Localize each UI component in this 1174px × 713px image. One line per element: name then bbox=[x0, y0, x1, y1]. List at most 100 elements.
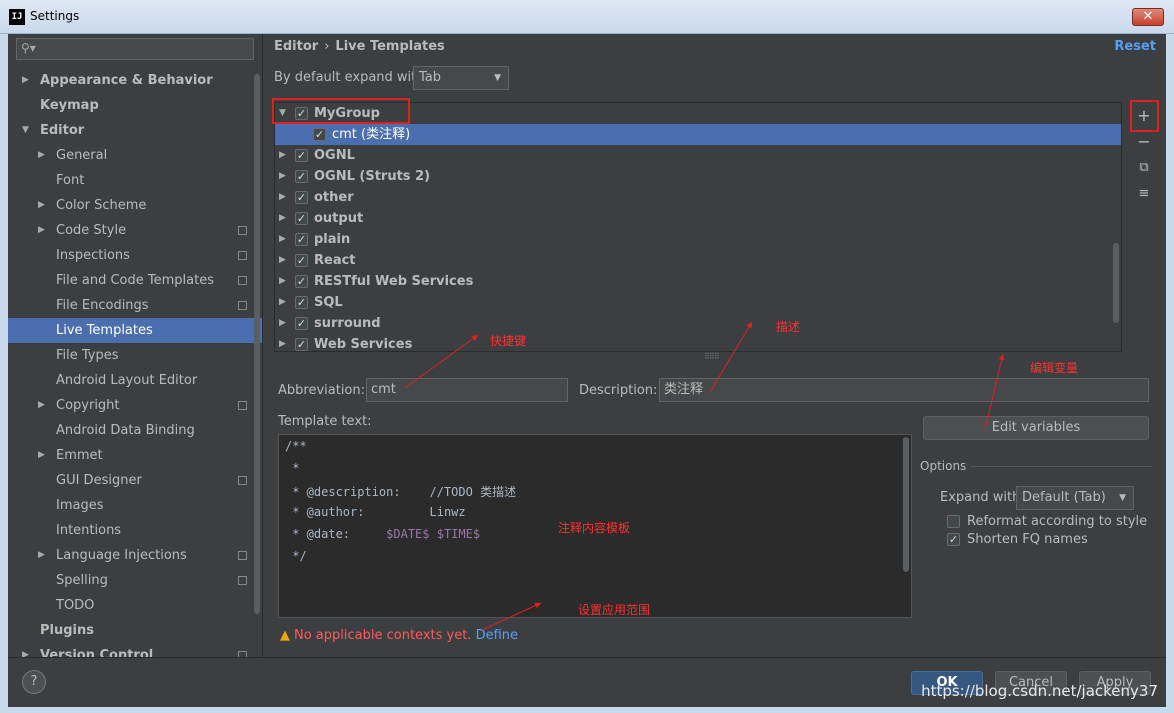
sidebar-item-version-control[interactable]: ▶ Version Control bbox=[8, 643, 262, 657]
chevron-right-icon[interactable]: ▶ bbox=[279, 229, 286, 250]
reset-link[interactable]: Reset bbox=[1114, 39, 1156, 54]
sidebar-item-label: Font bbox=[56, 173, 85, 188]
template-checkbox[interactable]: ✓ bbox=[295, 170, 308, 183]
template-checkbox[interactable]: ✓ bbox=[313, 128, 326, 141]
chevron-right-icon[interactable]: ▶ bbox=[38, 543, 45, 568]
template-checkbox[interactable]: ✓ bbox=[295, 275, 308, 288]
define-context-link[interactable]: Define bbox=[476, 628, 518, 643]
chevron-right-icon[interactable]: ▶ bbox=[279, 250, 286, 271]
sidebar-item-file-and-code-templates[interactable]: File and Code Templates bbox=[8, 268, 262, 293]
chevron-down-icon[interactable]: ▼ bbox=[22, 118, 29, 143]
template-group[interactable]: ▶ ✓ React bbox=[275, 250, 1121, 271]
template-label: SQL bbox=[314, 295, 343, 310]
sidebar-item-android-data-binding[interactable]: Android Data Binding bbox=[8, 418, 262, 443]
sidebar-scrollbar[interactable] bbox=[254, 74, 260, 614]
window-frame-right bbox=[1166, 34, 1174, 713]
description-input[interactable]: 类注释 bbox=[659, 378, 1149, 402]
template-group[interactable]: ▶ ✓ surround bbox=[275, 313, 1121, 334]
title-bar: IJ Settings ✕ bbox=[0, 0, 1174, 34]
editor-scrollbar[interactable] bbox=[903, 437, 909, 572]
sidebar-item-code-style[interactable]: ▶ Code Style bbox=[8, 218, 262, 243]
chevron-right-icon[interactable]: ▶ bbox=[279, 187, 286, 208]
sidebar-item-copyright[interactable]: ▶ Copyright bbox=[8, 393, 262, 418]
mygroup-highlight bbox=[272, 98, 410, 124]
sidebar-item-android-layout-editor[interactable]: Android Layout Editor bbox=[8, 368, 262, 393]
template-code-line: * @author: Linwz bbox=[285, 505, 465, 527]
sidebar-item-general[interactable]: ▶ General bbox=[8, 143, 262, 168]
template-tree-scrollbar[interactable] bbox=[1113, 243, 1119, 323]
sidebar-item-appearance-behavior[interactable]: ▶ Appearance & Behavior bbox=[8, 68, 262, 93]
sidebar-item-language-injections[interactable]: ▶ Language Injections bbox=[8, 543, 262, 568]
sidebar-item-emmet[interactable]: ▶ Emmet bbox=[8, 443, 262, 468]
sidebar-item-inspections[interactable]: Inspections bbox=[8, 243, 262, 268]
chevron-right-icon[interactable]: ▶ bbox=[279, 334, 286, 351]
template-group[interactable]: ▶ ✓ SQL bbox=[275, 292, 1121, 313]
template-code-line: * @description: //TODO 类描述 bbox=[285, 483, 516, 505]
edit-variables-button[interactable]: Edit variables bbox=[923, 416, 1149, 440]
chevron-right-icon[interactable]: ▶ bbox=[22, 68, 29, 93]
chevron-right-icon[interactable]: ▶ bbox=[279, 271, 286, 292]
reformat-checkbox[interactable] bbox=[947, 515, 960, 528]
template-group[interactable]: ▶ ✓ OGNL (Struts 2) bbox=[275, 166, 1121, 187]
template-group[interactable]: ▶ ✓ Web Services bbox=[275, 334, 1121, 351]
template-checkbox[interactable]: ✓ bbox=[295, 317, 308, 330]
sidebar-item-file-types[interactable]: File Types bbox=[8, 343, 262, 368]
template-checkbox[interactable]: ✓ bbox=[295, 212, 308, 225]
abbreviation-input[interactable]: cmt bbox=[366, 378, 568, 402]
template-group[interactable]: ▶ ✓ other bbox=[275, 187, 1121, 208]
template-text-label: Template text: bbox=[278, 414, 372, 429]
sidebar-item-color-scheme[interactable]: ▶ Color Scheme bbox=[8, 193, 262, 218]
chevron-right-icon[interactable]: ▶ bbox=[279, 208, 286, 229]
sidebar-item-todo[interactable]: TODO bbox=[8, 593, 262, 618]
sidebar-item-plugins[interactable]: Plugins bbox=[8, 618, 262, 643]
template-label: output bbox=[314, 211, 364, 226]
sidebar-item-live-templates[interactable]: Live Templates bbox=[8, 318, 262, 343]
template-group[interactable]: ▶ ✓ OGNL bbox=[275, 145, 1121, 166]
window-frame-left bbox=[0, 34, 8, 713]
sidebar-item-editor[interactable]: ▼ Editor bbox=[8, 118, 262, 143]
template-label: OGNL (Struts 2) bbox=[314, 169, 431, 184]
template-label: React bbox=[314, 253, 356, 268]
change-template-button[interactable]: ≡ bbox=[1134, 184, 1154, 204]
template-item[interactable]: ✓ cmt (类注释) bbox=[275, 124, 1121, 145]
sidebar-item-spelling[interactable]: Spelling bbox=[8, 568, 262, 593]
template-checkbox[interactable]: ✓ bbox=[295, 149, 308, 162]
code-text: /** bbox=[285, 439, 307, 453]
chevron-right-icon[interactable]: ▶ bbox=[279, 313, 286, 334]
search-input[interactable]: ⚲▾ bbox=[16, 38, 254, 60]
copy-template-button[interactable]: ⧉ bbox=[1134, 158, 1154, 178]
template-checkbox[interactable]: ✓ bbox=[295, 254, 308, 267]
template-group[interactable]: ▶ ✓ output bbox=[275, 208, 1121, 229]
chevron-right-icon[interactable]: ▶ bbox=[279, 145, 286, 166]
help-button[interactable]: ? bbox=[22, 670, 46, 694]
chevron-right-icon[interactable]: ▶ bbox=[279, 166, 286, 187]
default-expand-label: By default expand with bbox=[274, 70, 425, 85]
close-button[interactable]: ✕ bbox=[1132, 8, 1164, 26]
chevron-right-icon[interactable]: ▶ bbox=[38, 393, 45, 418]
sidebar-item-label: File and Code Templates bbox=[56, 273, 214, 288]
default-expand-select[interactable]: Tab ▼ bbox=[413, 66, 509, 90]
shorten-fq-checkbox[interactable]: ✓ bbox=[947, 533, 960, 546]
template-checkbox[interactable]: ✓ bbox=[295, 191, 308, 204]
sidebar-item-keymap[interactable]: Keymap bbox=[8, 93, 262, 118]
expand-with-select[interactable]: Default (Tab) ▼ bbox=[1016, 486, 1134, 510]
chevron-right-icon[interactable]: ▶ bbox=[38, 143, 45, 168]
sidebar-item-gui-designer[interactable]: GUI Designer bbox=[8, 468, 262, 493]
splitter-handle[interactable]: ⠿⠿⠿ bbox=[704, 352, 720, 361]
template-checkbox[interactable]: ✓ bbox=[295, 338, 308, 351]
sidebar-item-file-encodings[interactable]: File Encodings bbox=[8, 293, 262, 318]
template-group[interactable]: ▶ ✓ RESTful Web Services bbox=[275, 271, 1121, 292]
sidebar-item-images[interactable]: Images bbox=[8, 493, 262, 518]
chevron-right-icon[interactable]: ▶ bbox=[279, 292, 286, 313]
chevron-right-icon[interactable]: ▶ bbox=[38, 193, 45, 218]
template-checkbox[interactable]: ✓ bbox=[295, 233, 308, 246]
chevron-right-icon[interactable]: ▶ bbox=[38, 218, 45, 243]
remove-template-button[interactable]: − bbox=[1134, 132, 1154, 152]
chevron-right-icon[interactable]: ▶ bbox=[38, 443, 45, 468]
sidebar-item-intentions[interactable]: Intentions bbox=[8, 518, 262, 543]
note-description: 描述 bbox=[776, 320, 801, 334]
chevron-right-icon[interactable]: ▶ bbox=[22, 643, 29, 657]
template-group[interactable]: ▶ ✓ plain bbox=[275, 229, 1121, 250]
template-checkbox[interactable]: ✓ bbox=[295, 296, 308, 309]
sidebar-item-font[interactable]: Font bbox=[8, 168, 262, 193]
